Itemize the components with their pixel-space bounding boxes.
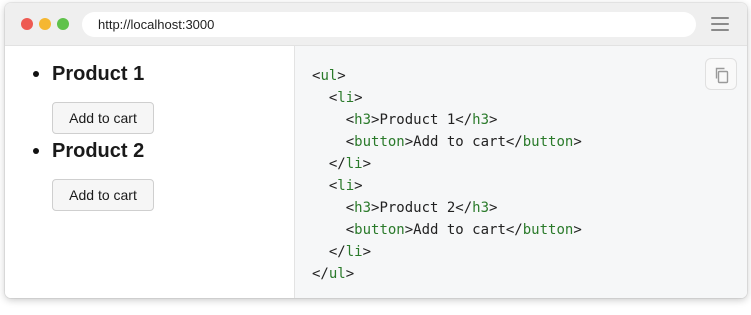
code-tag-name: h3 <box>472 112 490 128</box>
code-text: </ <box>328 156 346 172</box>
code-panel: <ul> <li> <h3>Product 1</h3> <button>Add… <box>294 46 747 298</box>
code-tag-name: h3 <box>472 200 490 216</box>
copy-icon <box>715 67 729 84</box>
minimize-window-button[interactable] <box>39 18 51 30</box>
list-item: Product 1 Add to cart <box>5 46 294 134</box>
code-line: <ul> <box>312 65 582 87</box>
code-text: < <box>345 222 355 238</box>
close-window-button[interactable] <box>21 18 33 30</box>
maximize-window-button[interactable] <box>57 18 69 30</box>
code-text: >Product 1</ <box>371 112 473 128</box>
code-text: > <box>345 266 355 282</box>
hamburger-menu-icon[interactable] <box>711 17 729 31</box>
code-tag-name: li <box>345 156 363 172</box>
code-line: </ul> <box>312 263 582 285</box>
code-line: </li> <box>312 153 582 175</box>
code-text: > <box>489 112 498 128</box>
code-tag-name: button <box>522 222 574 238</box>
code-tag-name: button <box>354 222 405 238</box>
bullet-icon <box>33 148 39 154</box>
code-text: > <box>573 134 582 150</box>
code-tag-name: ul <box>320 68 338 84</box>
code-text: < <box>345 134 355 150</box>
code-tag-name: button <box>354 134 405 150</box>
code-text: > <box>489 200 498 216</box>
code-line: <li> <box>312 175 582 197</box>
code-line: <button>Add to cart</button> <box>312 219 582 241</box>
code-text: </ <box>312 266 329 282</box>
code-text: > <box>337 68 346 84</box>
browser-titlebar: http://localhost:3000 <box>5 3 747 46</box>
browser-window: http://localhost:3000 Product 1 Add to c… <box>5 3 747 298</box>
code-line: <h3>Product 2</h3> <box>312 197 582 219</box>
list-item: Product 2 Add to cart <box>5 123 294 211</box>
code-text: > <box>354 178 363 194</box>
product-title: Product 2 <box>52 140 145 162</box>
code-text: >Add to cart</ <box>404 222 523 238</box>
code-text: > <box>362 156 372 172</box>
code-tag-name: li <box>337 178 355 194</box>
code-tag-name: button <box>522 134 574 150</box>
code-text: < <box>345 112 355 128</box>
product-title: Product 1 <box>52 63 145 85</box>
code-text: < <box>345 200 355 216</box>
add-to-cart-button[interactable]: Add to cart <box>52 179 154 211</box>
code-line: </li> <box>312 241 582 263</box>
code-tag-name: h3 <box>354 112 372 128</box>
code-tag-name: li <box>337 90 355 106</box>
product-list: Product 1 Add to cart Product 2 Add to c… <box>5 46 294 211</box>
code-text: > <box>354 90 363 106</box>
code-tag-name: h3 <box>354 200 372 216</box>
bullet-icon <box>33 71 39 77</box>
code-tag-name: ul <box>328 266 346 282</box>
copy-code-button[interactable] <box>705 58 737 90</box>
address-bar[interactable]: http://localhost:3000 <box>82 12 696 37</box>
code-line: <li> <box>312 87 582 109</box>
code-block: <ul> <li> <h3>Product 1</h3> <button>Add… <box>312 65 582 285</box>
code-line: <button>Add to cart</button> <box>312 131 582 153</box>
code-text: >Add to cart</ <box>404 134 523 150</box>
code-text: </ <box>328 244 346 260</box>
code-text: > <box>362 244 372 260</box>
code-text: >Product 2</ <box>371 200 473 216</box>
code-text: > <box>573 222 582 238</box>
code-line: <h3>Product 1</h3> <box>312 109 582 131</box>
rendered-preview: Product 1 Add to cart Product 2 Add to c… <box>5 46 294 298</box>
code-tag-name: li <box>345 244 363 260</box>
